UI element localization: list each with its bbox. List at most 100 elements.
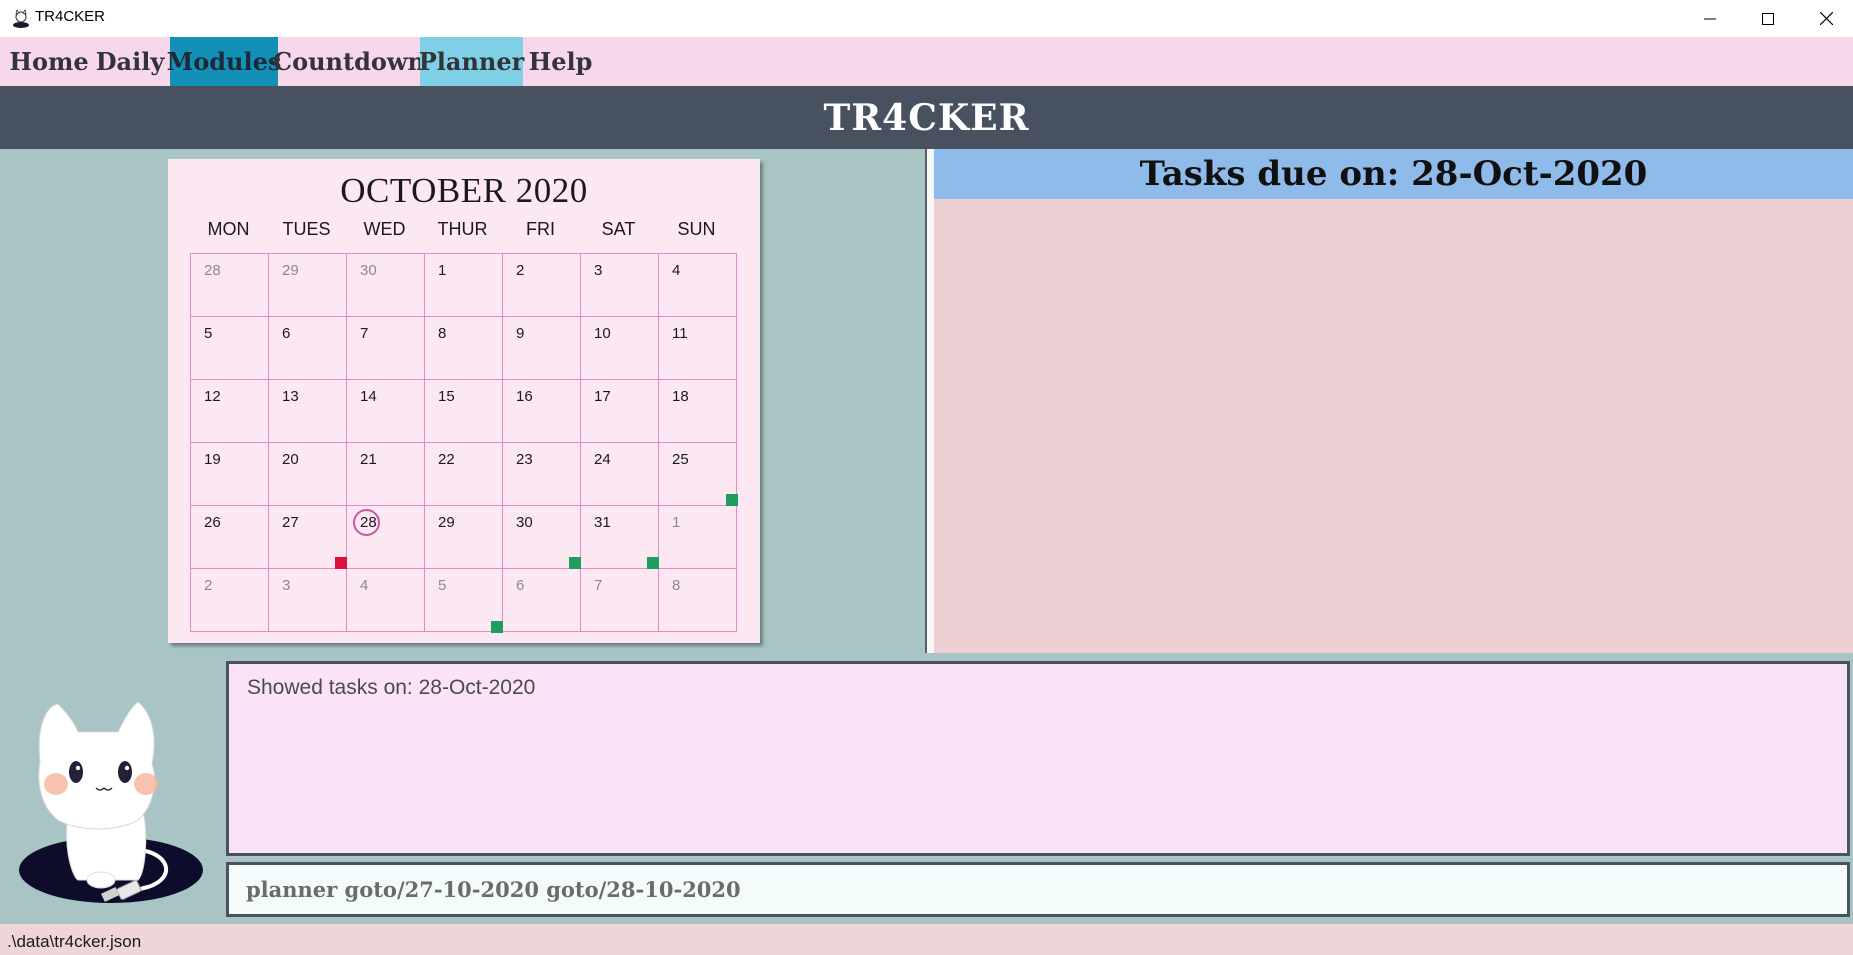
panel-divider[interactable]: [925, 149, 927, 653]
calendar-day-number: 28: [204, 262, 221, 279]
calendar-day-number: 21: [360, 451, 377, 468]
menu-item-help[interactable]: Help: [523, 37, 598, 86]
calendar-day-cell[interactable]: 30: [503, 506, 581, 569]
calendar-month-title: OCTOBER 2020: [340, 171, 588, 210]
calendar-day-number: 4: [360, 577, 369, 594]
calendar-day-cell[interactable]: 16: [503, 380, 581, 443]
calendar-day-cell[interactable]: 4: [659, 254, 737, 317]
calendar-day-number: 30: [516, 514, 533, 531]
calendar-day-number: 13: [282, 388, 299, 405]
calendar-day-cell[interactable]: 2: [503, 254, 581, 317]
calendar-day-cell[interactable]: 10: [581, 317, 659, 380]
calendar-day-number: 1: [672, 514, 681, 531]
calendar-day-cell[interactable]: 3: [269, 569, 347, 632]
calendar-day-cell[interactable]: 24: [581, 443, 659, 506]
calendar-day-number: 5: [438, 577, 447, 594]
calendar-day-cell[interactable]: 22: [425, 443, 503, 506]
calendar-day-cell[interactable]: 6: [503, 569, 581, 632]
calendar-day-number: 10: [594, 325, 611, 342]
calendar-day-number: 25: [672, 451, 689, 468]
calendar-day-number: 23: [516, 451, 533, 468]
calendar-day-cell[interactable]: 4: [347, 569, 425, 632]
status-bar: .\data\tr4cker.json: [0, 924, 1853, 955]
calendar-day-cell[interactable]: 27: [269, 506, 347, 569]
minimize-icon: [1704, 18, 1716, 19]
calendar-day-cell[interactable]: 12: [191, 380, 269, 443]
calendar-day-number: 24: [594, 451, 611, 468]
calendar-day-cell[interactable]: 6: [269, 317, 347, 380]
calendar-day-number: 15: [438, 388, 455, 405]
command-input-value: planner goto/27-10-2020 goto/28-10-2020: [246, 877, 741, 902]
calendar-day-number: 30: [360, 262, 377, 279]
calendar-day-cell[interactable]: 20: [269, 443, 347, 506]
calendar-day-cell[interactable]: 3: [581, 254, 659, 317]
calendar: OCTOBER 2020 MON TUES WED THUR FRI SAT SUN 28 2…: [168, 159, 760, 643]
calendar-day-number: 8: [438, 325, 447, 342]
weekday-mon: MON: [207, 219, 250, 239]
calendar-day-cell[interactable]: 25: [659, 443, 738, 506]
calendar-day-cell[interactable]: 30: [347, 254, 425, 317]
calendar-day-number: 7: [360, 325, 369, 342]
calendar-day-number: 14: [360, 388, 377, 405]
calendar-day-cell[interactable]: 2: [191, 569, 269, 632]
calendar-day-cell[interactable]: 23: [503, 443, 581, 506]
window-title: TR4CKER: [35, 8, 106, 25]
calendar-day-cell[interactable]: 8: [659, 569, 737, 632]
calendar-day-cell[interactable]: 29: [269, 254, 347, 317]
menu-item-daily[interactable]: Daily: [90, 37, 170, 86]
calendar-day-cell[interactable]: 7: [581, 569, 659, 632]
task-marker-green: [726, 494, 738, 506]
calendar-day-number: 1: [438, 262, 447, 279]
calendar-day-number: 28: [360, 514, 377, 531]
calendar-day-cell[interactable]: 1: [425, 254, 503, 317]
calendar-day-number: 6: [516, 577, 525, 594]
result-display[interactable]: Showed tasks on: 28-Oct-2020: [226, 661, 1850, 856]
menu-item-countdown[interactable]: Countdown: [273, 37, 425, 86]
calendar-day-cell[interactable]: 13: [269, 380, 347, 443]
app-header: TR4CKER: [0, 86, 1853, 149]
calendar-day-number: 6: [282, 325, 291, 342]
calendar-day-cell[interactable]: 14: [347, 380, 425, 443]
calendar-day-cell[interactable]: 1: [659, 506, 737, 569]
result-message: Showed tasks on: 28-Oct-2020: [247, 676, 536, 699]
calendar-day-number: 26: [204, 514, 221, 531]
calendar-day-number: 12: [204, 388, 221, 405]
calendar-day-cell[interactable]: 8: [425, 317, 503, 380]
calendar-day-cell[interactable]: 7: [347, 317, 425, 380]
calendar-day-cell[interactable]: 28: [347, 506, 425, 569]
menu-item-home[interactable]: Home: [8, 37, 90, 86]
calendar-day-cell[interactable]: 17: [581, 380, 659, 443]
calendar-day-number: 16: [516, 388, 533, 405]
menu-item-planner[interactable]: Planner: [419, 37, 524, 86]
calendar-day-cell[interactable]: 11: [659, 317, 737, 380]
calendar-day-cell[interactable]: 5: [191, 317, 269, 380]
data-file-path: .\data\tr4cker.json: [7, 932, 142, 951]
calendar-day-number: 2: [516, 262, 525, 279]
calendar-day-cell[interactable]: 21: [347, 443, 425, 506]
weekday-fri: FRI: [526, 219, 555, 239]
menu-item-modules[interactable]: Modules: [167, 37, 281, 86]
calendar-day-cell[interactable]: 26: [191, 506, 269, 569]
calendar-day-cell[interactable]: 29: [425, 506, 503, 569]
calendar-day-number: 29: [282, 262, 299, 279]
calendar-day-number: 29: [438, 514, 455, 531]
calendar-day-cell[interactable]: 5: [425, 569, 503, 633]
task-marker-green: [491, 621, 503, 633]
calendar-day-cell[interactable]: 28: [191, 254, 269, 317]
calendar-grid: 28 29 30 1 2 3 4 5 6 7 8 9 10 11 12 13 14 15 16 17 18 19 20 21 2…: [190, 253, 738, 633]
calendar-day-cell[interactable]: 15: [425, 380, 503, 443]
calendar-day-number: 3: [594, 262, 603, 279]
command-input[interactable]: planner goto/27-10-2020 goto/28-10-2020: [226, 862, 1850, 917]
maximize-button[interactable]: [1739, 0, 1797, 37]
tasks-list: [934, 199, 1853, 653]
app-cat-icon: [13, 9, 29, 28]
minimize-button[interactable]: [1681, 0, 1739, 37]
tasks-header: Tasks due on: 28-Oct-2020: [934, 149, 1853, 199]
calendar-day-cell[interactable]: 18: [659, 380, 737, 443]
weekday-sun: SUN: [677, 219, 716, 239]
window-title-bar: TR4CKER: [0, 0, 1853, 37]
calendar-day-cell[interactable]: 31: [581, 506, 659, 569]
close-button[interactable]: [1797, 0, 1853, 37]
calendar-day-cell[interactable]: 19: [191, 443, 269, 506]
calendar-day-cell[interactable]: 9: [503, 317, 581, 380]
